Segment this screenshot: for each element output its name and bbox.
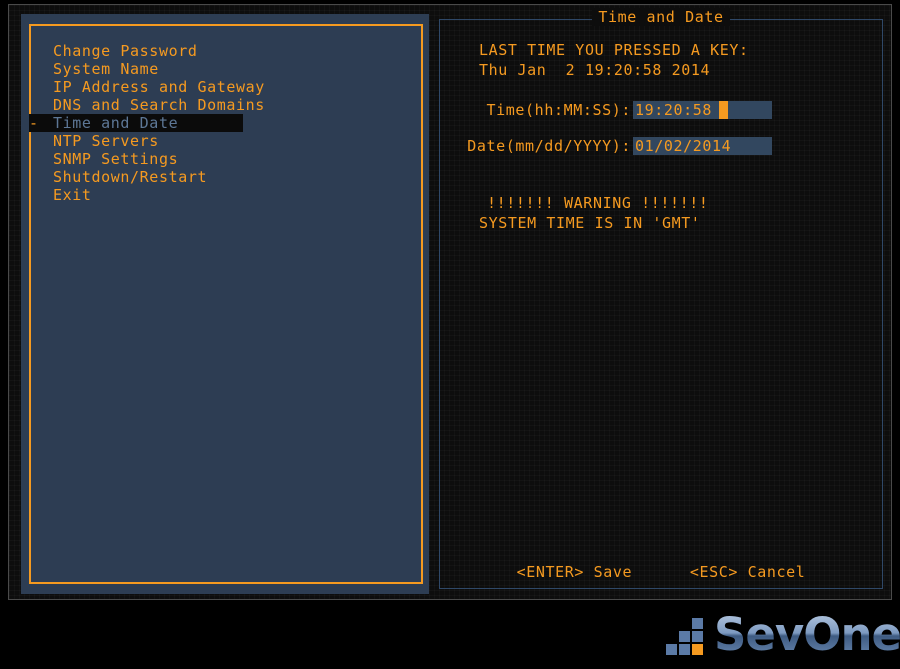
date-field-row: Date(mm/dd/YYYY): 01/02/2014 (467, 137, 900, 155)
menu-item-label: IP Address and Gateway (53, 78, 265, 96)
time-field-label: Time(hh:MM:SS): (486, 101, 631, 119)
time-input[interactable]: 19:20:58 (633, 101, 772, 119)
menu-item-time-and-date[interactable]: - Time and Date (29, 114, 421, 132)
save-button[interactable]: <ENTER> Save (517, 563, 633, 581)
menu-item-snmp-settings[interactable]: SNMP Settings (31, 150, 421, 168)
last-key-timestamp: Thu Jan 2 19:20:58 2014 (479, 61, 711, 79)
menu-item-system-name[interactable]: System Name (31, 60, 421, 78)
menu-item-change-password[interactable]: Change Password (31, 42, 421, 60)
warning-banner: !!!!!!! WARNING !!!!!!! (487, 194, 709, 212)
action-hints: <ENTER> Save <ESC> Cancel (439, 562, 883, 581)
menu-item-label: Shutdown/Restart (53, 168, 208, 186)
cancel-button[interactable]: <ESC> Cancel (690, 563, 806, 581)
sevone-logo-text: SevOne (714, 608, 900, 661)
menu-item-label: DNS and Search Domains (53, 96, 265, 114)
panel-title: Time and Date (439, 7, 883, 26)
menu-item-label: Exit (53, 186, 92, 204)
menu-panel: Change Password System Name IP Address and… (21, 14, 429, 594)
date-field-label: Date(mm/dd/YYYY): (467, 137, 631, 155)
text-cursor (719, 101, 728, 119)
menu-item-label: Time and Date (53, 114, 179, 132)
menu-item-label: System Name (53, 60, 159, 78)
last-key-label: LAST TIME YOU PRESSED A KEY: (479, 41, 749, 59)
menu-item-label: NTP Servers (53, 132, 159, 150)
sevone-logo: SevOne (666, 610, 900, 662)
sevone-logo-mark-icon (666, 618, 708, 656)
time-field-row: Time(hh:MM:SS): 19:20:58 (487, 101, 900, 119)
timezone-notice: SYSTEM TIME IS IN 'GMT' (479, 214, 701, 232)
menu-item-label: SNMP Settings (53, 150, 179, 168)
menu-item-shutdown-restart[interactable]: Shutdown/Restart (31, 168, 421, 186)
console-screen: Change Password System Name IP Address and… (0, 0, 900, 669)
menu-item-dns-and-search-domains[interactable]: DNS and Search Domains (31, 96, 421, 114)
menu-item-ntp-servers[interactable]: NTP Servers (31, 132, 421, 150)
panel-title-text: Time and Date (592, 8, 730, 26)
main-menu-list[interactable]: Change Password System Name IP Address and… (29, 42, 421, 204)
time-and-date-panel: Time and Date LAST TIME YOU PRESSED A KE… (439, 8, 883, 589)
time-input-value: 19:20:58 (635, 101, 713, 119)
menu-selection-marker-icon: - (29, 114, 39, 132)
date-input[interactable]: 01/02/2014 (633, 137, 772, 155)
menu-item-label: Change Password (53, 42, 198, 60)
menu-panel-border: Change Password System Name IP Address and… (29, 24, 423, 584)
console-frame: Change Password System Name IP Address and… (8, 4, 892, 600)
menu-item-ip-address-and-gateway[interactable]: IP Address and Gateway (31, 78, 421, 96)
menu-item-exit[interactable]: Exit (31, 186, 421, 204)
date-input-value: 01/02/2014 (635, 137, 732, 155)
